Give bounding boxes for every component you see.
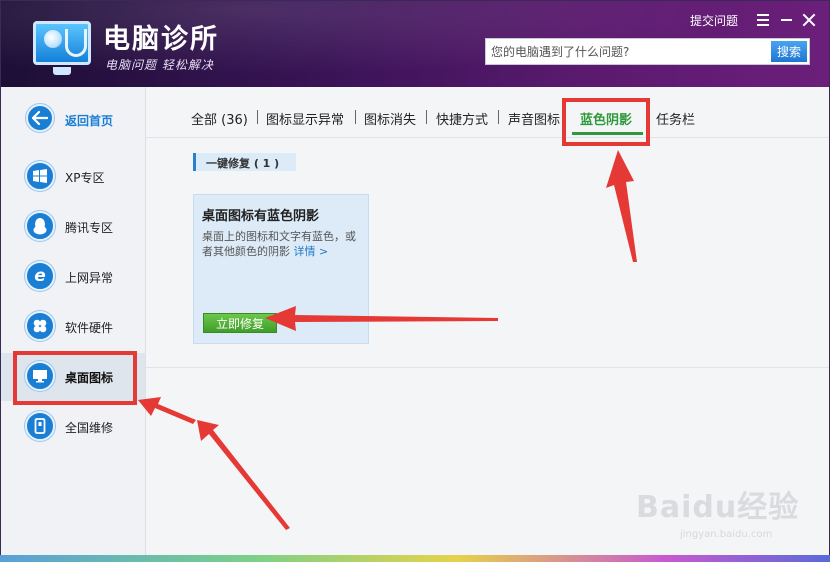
tab-all[interactable]: 全部 (36)	[191, 109, 248, 128]
penguin-icon	[25, 211, 55, 241]
card-description-text: 桌面上的图标和文字有蓝色，或者其他颜色的阴影	[202, 230, 356, 258]
sidebar-item-label: 全国维修	[65, 421, 114, 435]
tab-sound-icon[interactable]: 声音图标	[508, 109, 560, 128]
app-window: 电脑诊所 电脑问题 轻松解决 提交问题 搜索 返回首页 XP专区 腾讯专区	[0, 0, 830, 562]
baidu-watermark: Baidu经验	[636, 490, 800, 525]
content-divider	[146, 367, 829, 368]
submit-question-link[interactable]: 提交问题	[690, 12, 738, 29]
windows-icon	[25, 161, 55, 191]
sidebar-item-tencent[interactable]: 腾讯专区	[1, 203, 145, 251]
sidebar-item-xp[interactable]: XP专区	[1, 153, 145, 201]
sidebar-item-software[interactable]: 软件硬件	[1, 303, 145, 351]
sidebar-item-label: 软件硬件	[65, 321, 114, 335]
app-slogan: 电脑问题 轻松解决	[105, 58, 214, 72]
fix-card: 桌面图标有蓝色阴影 桌面上的图标和文字有蓝色，或者其他颜色的阴影 详情 > 立即…	[193, 194, 369, 344]
close-icon[interactable]	[802, 13, 816, 27]
back-arrow-icon	[26, 104, 54, 132]
card-title: 桌面图标有蓝色阴影	[202, 209, 320, 224]
logo-stand	[53, 67, 71, 75]
fix-now-button[interactable]: 立即修复	[203, 313, 277, 333]
ie-icon: e	[25, 261, 55, 291]
app-title: 电脑诊所	[103, 24, 219, 55]
tab-shortcut[interactable]: 快捷方式	[436, 109, 488, 128]
monitor-icon	[25, 361, 55, 391]
sidebar-item-repair[interactable]: 全国维修	[1, 403, 145, 451]
puzzle-icon	[25, 311, 55, 341]
sidebar-item-label: 返回首页	[65, 114, 114, 128]
search-input[interactable]	[486, 39, 768, 64]
section-title: 一键修复 ( 1 )	[206, 157, 280, 170]
baidu-watermark-url: jingyan.baidu.com	[680, 529, 773, 540]
sidebar-item-desktop-icons[interactable]: 桌面图标	[1, 353, 145, 401]
tab-separator	[355, 110, 356, 124]
minimize-icon[interactable]	[781, 19, 792, 21]
stethoscope-icon	[65, 29, 87, 57]
menu-icon[interactable]	[757, 14, 769, 26]
desktop-background-strip	[0, 555, 830, 562]
tab-separator	[426, 110, 427, 124]
tab-taskbar[interactable]: 任务栏	[656, 109, 695, 128]
tab-separator	[498, 110, 499, 124]
sidebar-item-label: XP专区	[65, 171, 105, 185]
tab-separator	[257, 110, 258, 124]
active-tab-underline	[572, 132, 643, 135]
search-box: 搜索	[485, 38, 810, 65]
sidebar-item-label: 桌面图标	[65, 371, 114, 385]
tab-icon-display[interactable]: 图标显示异常	[266, 109, 344, 128]
sidebar-item-internet[interactable]: e 上网异常	[1, 253, 145, 301]
details-link[interactable]: 详情 >	[294, 245, 329, 258]
section-header: 一键修复 ( 1 )	[193, 153, 296, 171]
card-description: 桌面上的图标和文字有蓝色，或者其他颜色的阴影 详情 >	[202, 229, 362, 259]
tab-bar: 全部 (36) 图标显示异常 图标消失 快捷方式 声音图标 蓝色阴影 任务栏	[146, 87, 829, 138]
sidebar-item-home[interactable]: 返回首页	[1, 96, 145, 144]
sidebar-item-label: 上网异常	[65, 271, 114, 285]
search-button[interactable]: 搜索	[771, 41, 807, 62]
phone-icon	[25, 411, 55, 441]
tab-icon-missing[interactable]: 图标消失	[364, 109, 416, 128]
sidebar-item-label: 腾讯专区	[65, 221, 114, 235]
tab-blue-shadow[interactable]: 蓝色阴影	[580, 109, 632, 128]
sidebar: 返回首页 XP专区 腾讯专区 e 上网异常 软件硬件 桌面图标 全国维修	[1, 87, 146, 561]
